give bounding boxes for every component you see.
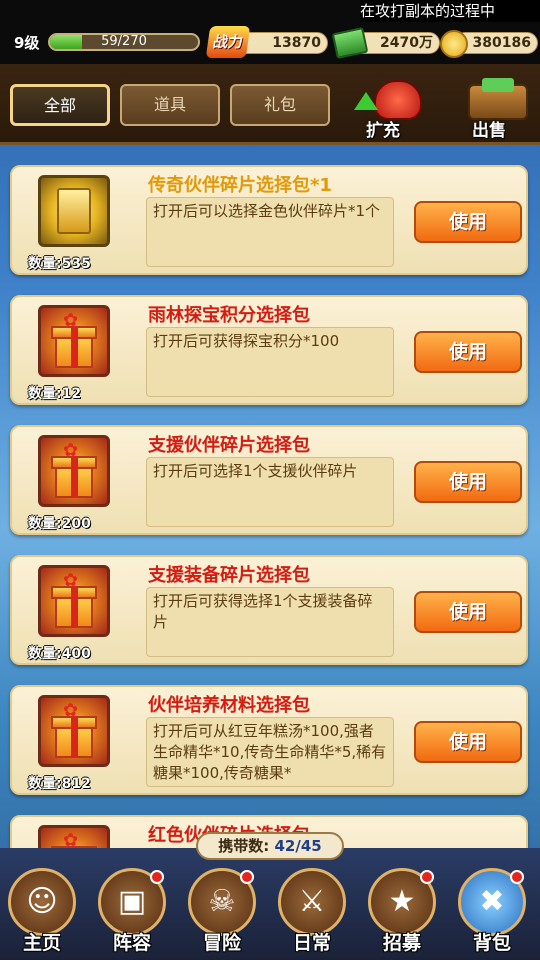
sell-label: 出售 bbox=[472, 121, 506, 141]
list-item: ✿ 数量:200 支援伙伴碎片选择包 打开后可选择1个支援伙伴碎片 使用 bbox=[10, 425, 528, 535]
item-description: 打开后可获得探宝积分*100 bbox=[146, 327, 394, 397]
tab-items[interactable]: 道具 bbox=[120, 84, 220, 126]
nav-bag[interactable]: ✖ 背包 bbox=[452, 868, 532, 958]
item-title: 传奇伙伴碎片选择包*1 bbox=[148, 175, 332, 196]
item-list[interactable]: 数量:535 传奇伙伴碎片选择包*1 打开后可以选择金色伙伴碎片*1个 使用 ✿… bbox=[0, 145, 540, 850]
gift-box-icon: ✿ bbox=[38, 435, 110, 507]
tab-all[interactable]: 全部 bbox=[10, 84, 110, 126]
gold-card-icon bbox=[38, 175, 110, 247]
home-icon: ☺ bbox=[8, 868, 76, 936]
nav-lineup[interactable]: ▣ 阵容 bbox=[92, 868, 172, 958]
nav-home[interactable]: ☺ 主页 bbox=[2, 868, 82, 958]
exp-text: 59/270 bbox=[101, 34, 147, 49]
use-button[interactable]: 使用 bbox=[414, 201, 522, 243]
use-button[interactable]: 使用 bbox=[414, 721, 522, 763]
nav-lineup-label: 阵容 bbox=[112, 932, 151, 954]
gold-coin-icon bbox=[440, 30, 468, 58]
item-title: 伙伴培养材料选择包 bbox=[148, 695, 310, 716]
use-button[interactable]: 使用 bbox=[414, 591, 522, 633]
item-title: 支援伙伴碎片选择包 bbox=[148, 435, 310, 456]
nav-adventure-label: 冒险 bbox=[202, 932, 241, 954]
arrow-up-icon bbox=[354, 92, 378, 110]
item-description: 打开后可获得选择1个支援装备碎片 bbox=[146, 587, 394, 657]
use-button[interactable]: 使用 bbox=[414, 461, 522, 503]
nav-home-label: 主页 bbox=[22, 932, 61, 954]
nav-adventure[interactable]: ☠ 冒险 bbox=[182, 868, 262, 958]
item-quantity: 数量:400 bbox=[28, 646, 91, 662]
sell-button[interactable]: 出售 bbox=[458, 76, 538, 141]
gift-box-icon: ✿ bbox=[38, 565, 110, 637]
player-level: 9级 bbox=[14, 34, 40, 52]
expand-button[interactable]: 扩充 bbox=[348, 76, 428, 141]
list-item: 数量:535 传奇伙伴碎片选择包*1 打开后可以选择金色伙伴碎片*1个 使用 bbox=[10, 165, 528, 275]
item-description: 打开后可从红豆年糕汤*100,强者生命精华*10,传奇生命精华*5,稀有糖果*1… bbox=[146, 717, 394, 787]
list-item: ✿ 数量:812 伙伴培养材料选择包 打开后可从红豆年糕汤*100,强者生命精华… bbox=[10, 685, 528, 795]
capacity-value: 42/45 bbox=[274, 837, 322, 855]
notification-dot bbox=[150, 870, 164, 884]
pouch-icon bbox=[374, 80, 422, 120]
gift-box-icon: ✿ bbox=[38, 825, 110, 850]
item-description: 打开后可选择1个支援伙伴碎片 bbox=[146, 457, 394, 527]
nav-daily-label: 日常 bbox=[292, 932, 331, 954]
swords-icon: ⚔ bbox=[278, 868, 346, 936]
gift-box-icon: ✿ bbox=[38, 695, 110, 767]
nav-daily[interactable]: ⚔ 日常 bbox=[272, 868, 352, 958]
nav-recruit-label: 招募 bbox=[382, 932, 421, 954]
tab-gift-packs[interactable]: 礼包 bbox=[230, 84, 330, 126]
list-item: ✿ 数量:400 支援装备碎片选择包 打开后可获得选择1个支援装备碎片 使用 bbox=[10, 555, 528, 665]
item-description: 打开后可以选择金色伙伴碎片*1个 bbox=[146, 197, 394, 267]
nav-recruit[interactable]: ★ 招募 bbox=[362, 868, 442, 958]
gift-box-icon: ✿ bbox=[38, 305, 110, 377]
item-quantity: 数量:535 bbox=[28, 256, 91, 272]
news-ticker: 在攻打副本的过程中 bbox=[360, 0, 540, 22]
bag-capacity: 携带数: 42/45 bbox=[196, 832, 344, 860]
item-quantity: 数量:812 bbox=[28, 776, 91, 792]
use-button[interactable]: 使用 bbox=[414, 331, 522, 373]
power-icon: 战力 bbox=[205, 26, 251, 58]
cash-stack-icon bbox=[482, 78, 514, 92]
expand-label: 扩充 bbox=[366, 121, 400, 141]
item-title: 支援装备碎片选择包 bbox=[148, 565, 310, 586]
capacity-label: 携带数: bbox=[218, 837, 270, 855]
item-quantity: 数量:200 bbox=[28, 516, 91, 532]
nav-bag-label: 背包 bbox=[472, 932, 511, 954]
notification-dot bbox=[510, 870, 524, 884]
item-title: 雨林探宝积分选择包 bbox=[148, 305, 310, 326]
item-quantity: 数量:12 bbox=[28, 386, 82, 402]
list-item: ✿ 数量:12 雨林探宝积分选择包 打开后可获得探宝积分*100 使用 bbox=[10, 295, 528, 405]
notification-dot bbox=[420, 870, 434, 884]
notification-dot bbox=[240, 870, 254, 884]
